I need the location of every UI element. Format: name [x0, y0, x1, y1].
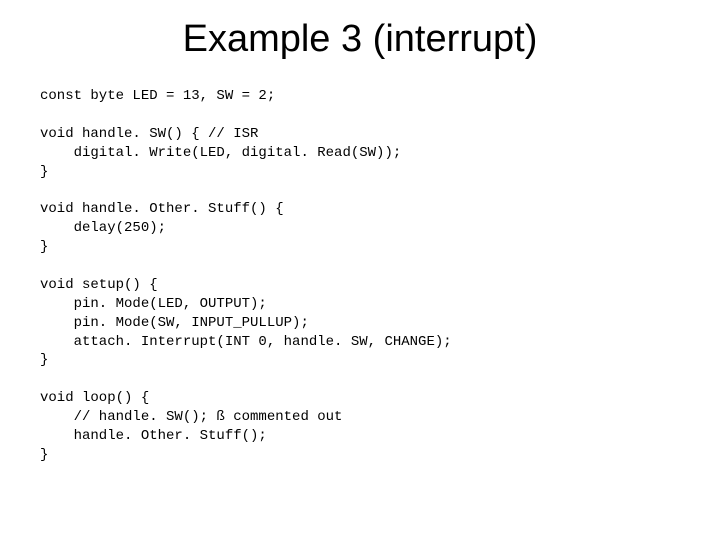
code-block: const byte LED = 13, SW = 2; void handle…: [40, 87, 680, 465]
code-line: void setup() {: [40, 277, 158, 293]
code-line: }: [40, 447, 48, 463]
code-line: }: [40, 352, 48, 368]
code-line: const byte LED = 13, SW = 2;: [40, 88, 275, 104]
code-line: handle. Other. Stuff();: [40, 428, 267, 444]
code-line: void loop() {: [40, 390, 149, 406]
slide-title: Example 3 (interrupt): [40, 18, 680, 61]
code-line: digital. Write(LED, digital. Read(SW));: [40, 145, 401, 161]
code-line: void handle. SW() { // ISR: [40, 126, 258, 142]
code-line: }: [40, 164, 48, 180]
code-line: }: [40, 239, 48, 255]
code-line: void handle. Other. Stuff() {: [40, 201, 284, 217]
code-line: delay(250);: [40, 220, 166, 236]
code-line: attach. Interrupt(INT 0, handle. SW, CHA…: [40, 334, 452, 350]
code-line: pin. Mode(SW, INPUT_PULLUP);: [40, 315, 309, 331]
code-line: // handle. SW(); ß commented out: [40, 409, 342, 425]
code-line: pin. Mode(LED, OUTPUT);: [40, 296, 267, 312]
slide: Example 3 (interrupt) const byte LED = 1…: [0, 0, 720, 540]
